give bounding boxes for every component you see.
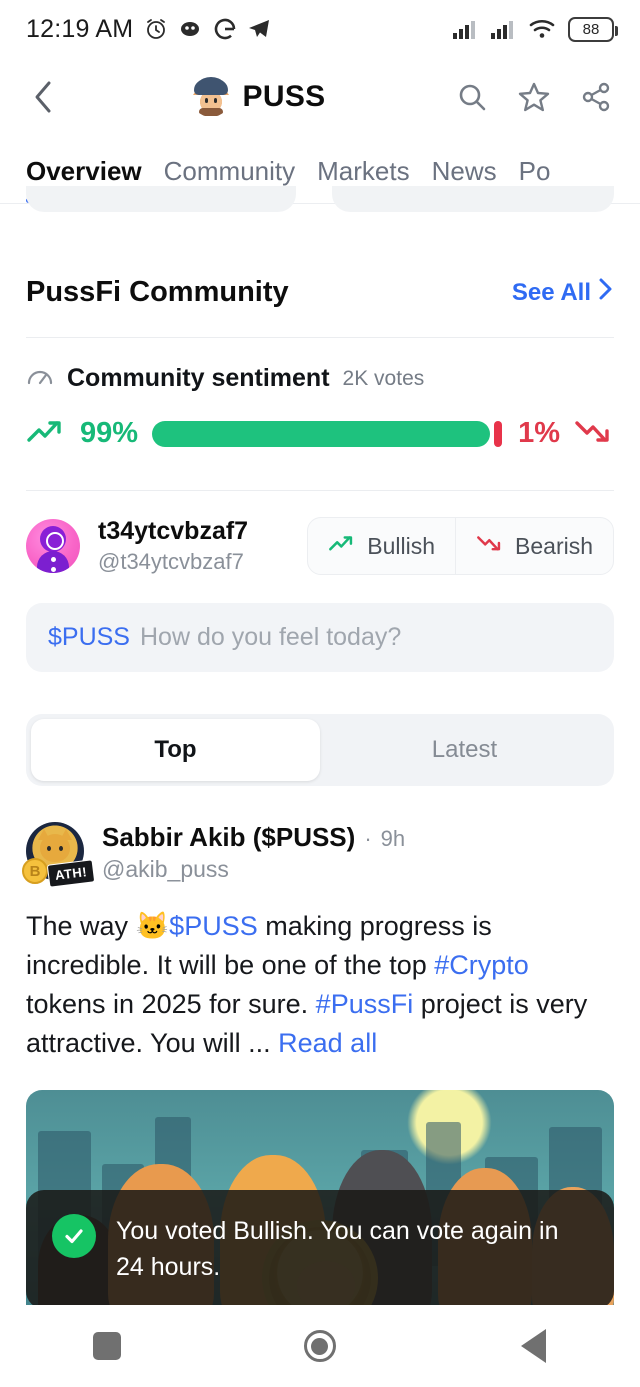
alarm-icon [144,17,168,41]
community-section-header: PussFi Community See All [0,228,640,309]
puss-cat-logo-icon [190,77,231,117]
back-button[interactable] [488,1311,578,1381]
back-triangle-icon [520,1329,546,1363]
back-button[interactable] [22,75,66,119]
sentiment-bar-bullish [152,420,490,447]
user-handle: @t34ytcvbzaf7 [98,549,244,574]
trend-down-icon [476,532,504,560]
battery-level: 88 [582,20,600,38]
android-navigation-bar [0,1305,640,1387]
peek-card-right [332,186,614,212]
sentiment-header: Community sentiment 2K votes [26,364,614,393]
feed-sort-segmented[interactable]: Top Latest [26,714,614,786]
read-all-link[interactable]: Read all [278,1028,377,1058]
app-header: PUSS [0,58,640,136]
gauge-icon [26,364,54,393]
post-author-handle: @akib_puss [102,856,229,882]
post-text-part1: The way [26,911,136,941]
segment-top[interactable]: Top [31,719,320,781]
status-bar-right: 88 [452,16,618,42]
composer-token-tag: $PUSS [48,623,130,651]
toast-message: You voted Bullish. You can vote again in… [116,1217,559,1281]
bitcoin-icon: B [22,858,48,884]
google-icon [214,18,236,40]
bullish-percent: 99% [80,417,139,449]
trend-up-icon [328,532,356,560]
post-composer[interactable]: $PUSS How do you feel today? [26,603,614,672]
sentiment-title: Community sentiment [67,364,330,392]
wifi-icon [528,18,556,40]
home-circle-icon [303,1330,336,1362]
avatar[interactable] [26,519,80,573]
feed-post: B ATH! Sabbir Akib ($PUSS) · 9h @akib_pu… [0,786,640,1064]
header-title-group: PUSS [66,77,450,117]
bullish-label: Bullish [367,532,436,559]
status-badge: ATH! [46,859,96,888]
see-all-link[interactable]: See All [512,277,614,308]
status-time: 12:19 AM [26,14,134,43]
page-title: PUSS [242,80,326,113]
post-text-part3: tokens in 2025 for sure. [26,989,316,1020]
telegram-icon [247,18,271,40]
post-name-line: Sabbir Akib ($PUSS) · 9h [102,822,405,853]
peek-card-left [26,186,296,212]
post-hashtag-crypto[interactable]: #Crypto [434,950,529,980]
post-body: The way 🐱$PUSS making progress is incred… [26,907,614,1064]
battery-indicator: 88 [568,16,618,42]
post-timestamp: 9h [380,826,406,851]
home-button[interactable] [275,1311,365,1381]
toast-notification: You voted Bullish. You can vote again in… [26,1190,614,1309]
sentiment-bar-row: 99% 1% [26,415,614,452]
community-sentiment: Community sentiment 2K votes 99% 1% [0,338,640,452]
post-separator: · [364,826,372,851]
signal-bars-2-icon [490,18,516,40]
post-header: B ATH! Sabbir Akib ($PUSS) · 9h @akib_pu… [22,822,614,888]
status-bar-left: 12:19 AM [26,15,271,44]
avatar[interactable]: B ATH! [22,822,96,888]
chevron-right-icon [598,277,614,308]
recents-button[interactable] [62,1311,152,1381]
post-author-name: Sabbir Akib ($PUSS) [102,822,356,852]
share-icon[interactable] [574,75,618,119]
bullish-button[interactable]: Bullish [308,518,455,574]
user-meta: t34ytcvbzaf7 @t34ytcvbzaf7 [98,517,248,575]
section-title: PussFi Community [26,276,289,308]
star-icon[interactable] [512,75,556,119]
header-actions [450,75,618,119]
post-hashtag-pussfi[interactable]: #PussFi [316,989,414,1019]
composer-placeholder: How do you feel today? [139,623,402,651]
post-token-link[interactable]: $PUSS [169,911,258,941]
vote-button-group[interactable]: Bullish Bearish [307,517,614,575]
post-author-meta: Sabbir Akib ($PUSS) · 9h @akib_puss [102,822,405,883]
scrolled-cards-peek [0,186,640,228]
bearish-percent: 1% [518,417,560,449]
status-bar: 12:19 AM 88 [0,0,640,58]
user-name: t34ytcvbzaf7 [98,517,249,545]
sentiment-bar [152,420,504,447]
search-icon[interactable] [450,75,494,119]
see-all-label: See All [511,278,591,306]
user-vote-row: t34ytcvbzaf7 @t34ytcvbzaf7 Bullish Beari… [0,491,640,575]
signal-bars-1-icon [452,18,478,40]
check-circle-icon [52,1214,96,1258]
bearish-button[interactable]: Bearish [455,518,613,574]
sentiment-bar-bearish [493,420,502,447]
cat-emoji-icon: 🐱 [135,911,170,941]
discord-icon [179,19,203,39]
segment-latest[interactable]: Latest [320,719,609,781]
bearish-label: Bearish [515,532,593,559]
trend-down-icon [574,415,614,452]
sentiment-votes: 2K votes [342,366,425,390]
trend-up-icon [26,415,66,452]
recents-square-icon [92,1332,121,1360]
